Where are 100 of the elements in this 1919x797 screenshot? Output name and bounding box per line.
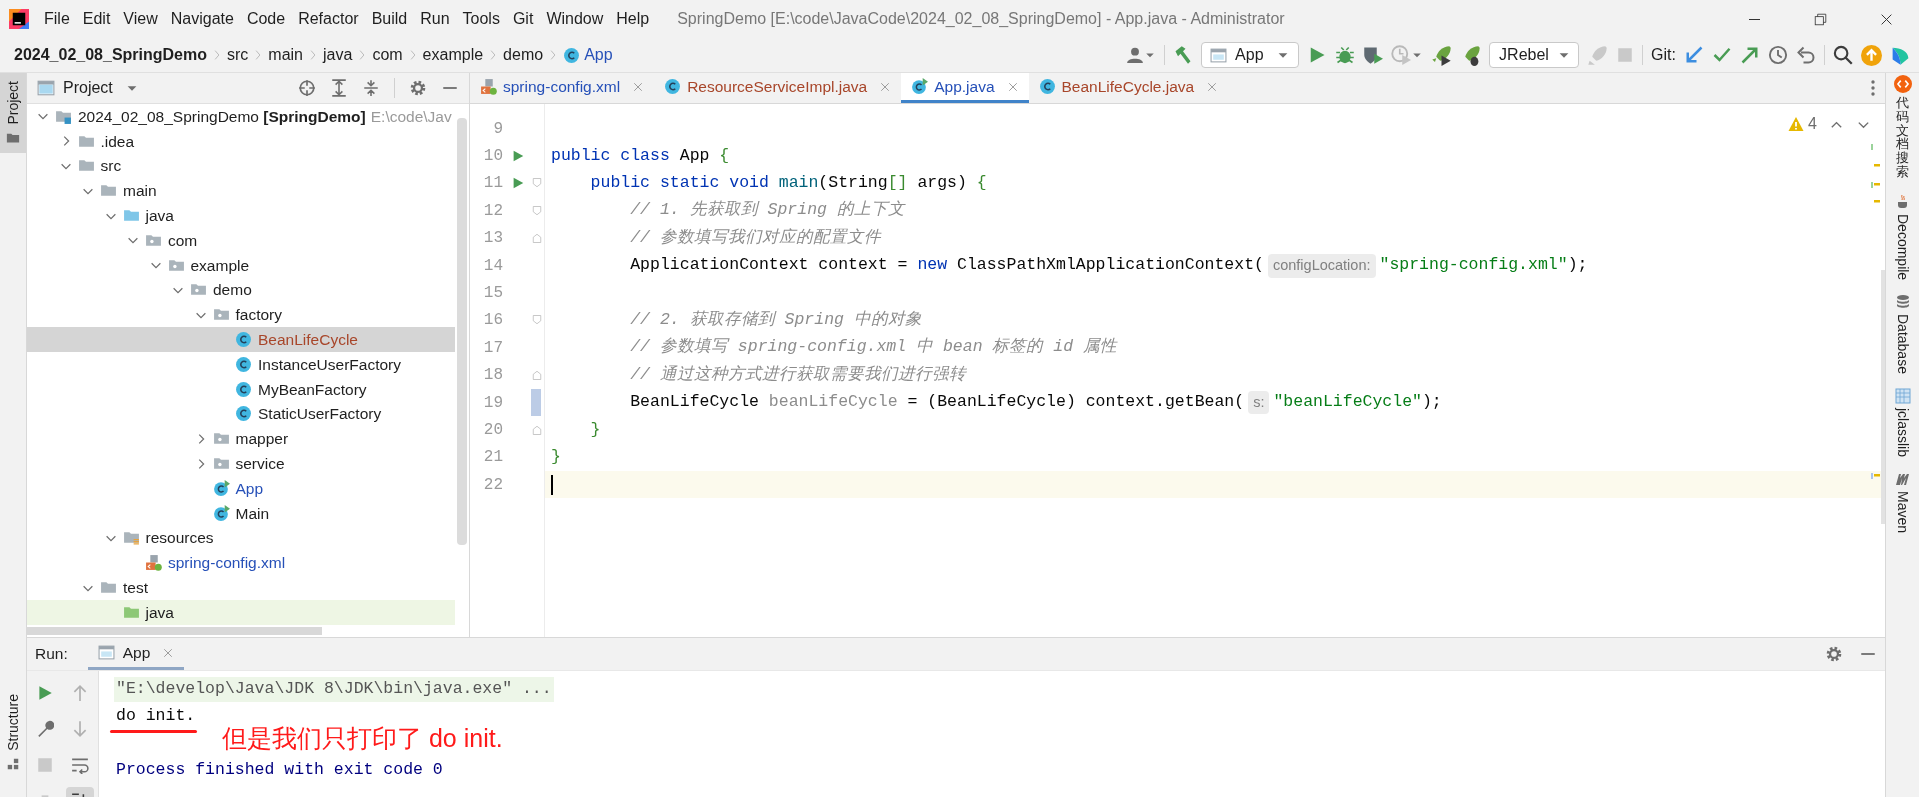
menu-item[interactable]: Help	[610, 5, 656, 33]
change-marker[interactable]	[531, 389, 541, 417]
run-icon[interactable]	[511, 176, 525, 191]
soft-wrap-icon[interactable]	[71, 756, 90, 774]
folder-icon	[122, 529, 140, 547]
undo-icon[interactable]	[1796, 45, 1816, 65]
code-text: public class App {	[551, 144, 730, 167]
tree-item[interactable]: service	[27, 451, 455, 476]
breadcrumb-item[interactable]: java	[323, 43, 353, 67]
check-icon[interactable]	[1712, 45, 1732, 65]
close-icon[interactable]	[1206, 80, 1219, 93]
expand-all-icon[interactable]	[330, 79, 348, 97]
tree-item[interactable]: .idea	[27, 128, 455, 154]
menu-item[interactable]: Refactor	[292, 5, 365, 33]
tool-window-button[interactable]: Database	[1892, 293, 1913, 374]
tree-item[interactable]: test	[27, 575, 455, 600]
breadcrumb-item[interactable]: main	[268, 43, 303, 67]
tree-item[interactable]: StaticUserFactory	[27, 401, 455, 427]
tree-item[interactable]: 2024_02_08_SpringDemo [SpringDemo] E:\code\Jav	[27, 104, 455, 129]
tree-item[interactable]: example	[27, 252, 455, 278]
tree-item[interactable]: main	[27, 178, 455, 204]
tool-window-button[interactable]: 代码文档搜索	[1893, 75, 1912, 180]
window-title: SpringDemo [E:\code\JavaCode\2024_02_08_SpringDemo] - App.java - Administrator	[677, 9, 1285, 29]
run-icon[interactable]	[511, 149, 525, 164]
collapse-all-icon[interactable]	[362, 79, 380, 97]
tool-window-button[interactable]: Decompile	[1892, 193, 1913, 280]
breadcrumb-item[interactable]: 2024_02_08_SpringDemo	[14, 43, 207, 67]
class-icon	[235, 405, 252, 423]
tree-item[interactable]: spring-config.xml	[27, 550, 455, 576]
class-icon	[911, 78, 929, 95]
tree-item[interactable]: demo	[27, 277, 455, 303]
upload-icon[interactable]	[1861, 44, 1882, 66]
menu-item[interactable]: Git	[506, 5, 540, 33]
menu-item[interactable]: View	[117, 5, 164, 33]
menu-item[interactable]: Window	[540, 5, 610, 33]
window-icon	[1210, 46, 1228, 64]
scrollbar[interactable]	[27, 627, 322, 635]
tree-item[interactable]: com	[27, 228, 455, 253]
menu-item[interactable]: Code	[240, 5, 292, 33]
more-icon[interactable]	[1871, 80, 1875, 96]
code-text: // 2. 获取存储到 Spring 中的对象	[630, 309, 922, 332]
editor-tab[interactable]: BeanLifeCycle.java	[1028, 73, 1229, 103]
tree-item[interactable]: factory	[27, 302, 455, 328]
tree-item[interactable]: InstanceUserFactory	[27, 351, 455, 377]
editor-tab[interactable]: spring-config.xml	[470, 73, 655, 103]
tree-item[interactable]: src	[27, 153, 455, 179]
console-line: Process finished with exit code 0	[115, 759, 444, 782]
tree-item[interactable]: MyBeanFactory	[27, 376, 455, 402]
tree-item[interactable]: java	[27, 599, 455, 625]
line-number: 15	[482, 283, 503, 305]
search-icon[interactable]	[1833, 45, 1853, 65]
menu-item[interactable]: Run	[414, 5, 456, 33]
run-config-dropdown[interactable]: App	[1201, 42, 1300, 68]
code-text: "spring-config.xml");	[1379, 254, 1588, 277]
scrollbar[interactable]	[457, 118, 467, 545]
line-number: 22	[482, 474, 503, 496]
breadcrumb-item[interactable]: demo	[503, 43, 544, 67]
run-tab[interactable]: App	[87, 638, 185, 670]
settings-icon[interactable]	[1825, 645, 1843, 663]
menu-item[interactable]: Navigate	[164, 5, 240, 33]
menu-item[interactable]: Tools	[456, 5, 506, 33]
breadcrumb-item[interactable]: com	[372, 43, 403, 67]
tool-window-button[interactable]: Project	[0, 73, 26, 153]
jrebel-dropdown[interactable]: JRebel	[1489, 42, 1580, 68]
tree-item[interactable]: App	[27, 475, 455, 501]
tree-item[interactable]: Main	[27, 500, 455, 526]
arrow-icon[interactable]	[1684, 45, 1704, 65]
xml-file-icon	[480, 78, 497, 95]
breadcrumb-item[interactable]: src	[227, 43, 249, 67]
class-icon	[235, 331, 252, 349]
code-text: }	[551, 446, 561, 468]
editor-tab[interactable]: App.java	[901, 73, 1029, 103]
menu-item[interactable]: Build	[365, 5, 414, 33]
tree-item[interactable]: mapper	[27, 426, 455, 452]
database-icon	[1894, 293, 1911, 310]
close-icon[interactable]	[632, 80, 645, 93]
tree-item[interactable]: java	[27, 203, 455, 228]
menu-item[interactable]: Edit	[76, 5, 117, 33]
editor-tab[interactable]: ResourceServiceImpl.java	[654, 73, 902, 103]
tool-window-button[interactable]: jclasslib	[1892, 387, 1913, 457]
breadcrumb-item[interactable]: example	[422, 43, 484, 67]
rocket-run-icon[interactable]	[1431, 44, 1453, 66]
tree-item[interactable]: resources	[27, 525, 455, 551]
tool-window-button[interactable]: Maven	[1892, 470, 1913, 533]
locate-icon[interactable]	[298, 79, 316, 97]
bug-icon[interactable]	[1335, 45, 1356, 65]
project-view-dropdown[interactable]: Project	[37, 76, 139, 100]
breadcrumb-item[interactable]: App	[563, 43, 613, 67]
close-icon[interactable]	[879, 80, 892, 93]
tree-item[interactable]: BeanLifeCycle	[27, 327, 455, 352]
tool-window-button[interactable]: Structure	[0, 686, 26, 779]
settings-icon[interactable]	[409, 79, 427, 97]
class-icon	[1038, 78, 1056, 95]
history-icon[interactable]	[1768, 45, 1788, 65]
shield-icon[interactable]	[1363, 45, 1384, 65]
arrow-icon[interactable]	[1740, 45, 1760, 65]
warning-counter[interactable]: 4	[1788, 112, 1817, 136]
menu-item[interactable]: File	[38, 5, 76, 33]
close-icon[interactable]	[162, 646, 175, 659]
close-icon[interactable]	[1006, 80, 1019, 93]
